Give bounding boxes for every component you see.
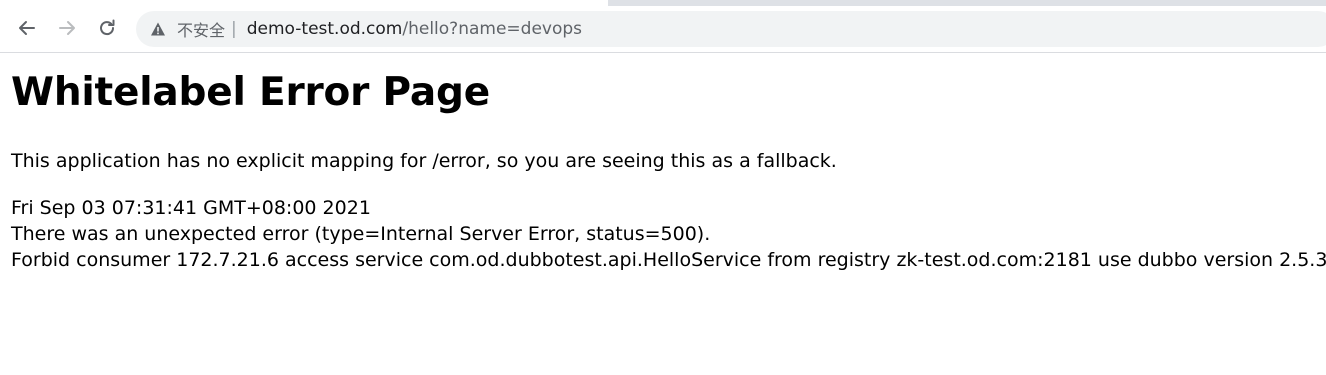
warning-triangle-icon[interactable] [150,21,166,37]
tab-strip [0,0,1326,6]
security-status-label[interactable]: 不安全 [177,17,225,41]
reload-icon [100,19,115,36]
browser-toolbar: 不安全 | demo-test.od.com/hello?name=devops [0,0,1326,53]
reload-button[interactable] [93,14,121,42]
address-bar[interactable]: 不安全 | demo-test.od.com/hello?name=devops [136,11,1326,47]
url-host[interactable]: demo-test.od.com [247,19,403,39]
error-timestamp: Fri Sep 03 07:31:41 GMT+08:00 2021 [11,197,371,219]
arrow-left-icon [19,21,35,35]
error-summary: There was an unexpected error (type=Inte… [11,223,711,245]
back-button[interactable] [13,14,41,42]
page-content: Whitelabel Error Page This application h… [0,67,1326,273]
forward-button[interactable] [53,14,81,42]
fallback-message: This application has no explicit mapping… [11,150,837,172]
active-tab[interactable] [0,0,608,6]
url-path[interactable]: /hello?name=devops [402,19,582,39]
page-title: Whitelabel Error Page [11,70,490,115]
error-detail: Forbid consumer 172.7.21.6 access servic… [11,249,1326,271]
arrow-right-icon [59,21,75,35]
error-details: Fri Sep 03 07:31:41 GMT+08:00 2021 There… [11,195,1326,273]
security-separator: | [231,19,237,39]
